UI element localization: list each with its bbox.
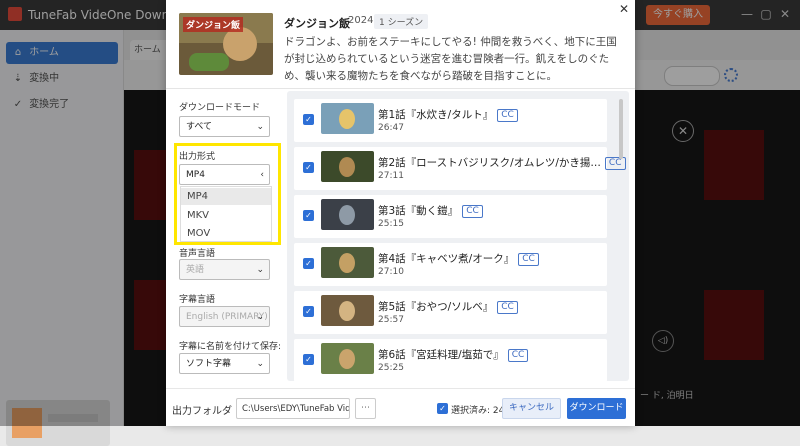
cc-badge: CC: [507, 349, 529, 362]
episode-thumbnail: [321, 343, 374, 374]
show-year: 2024: [348, 15, 374, 26]
thumb-figure: [339, 253, 355, 273]
header-divider: [166, 88, 635, 89]
episode-title: 第6話『宮廷料理/塩茹で』: [378, 349, 504, 361]
episode-title-line: 第3話『動く鎧』 CC: [378, 203, 483, 218]
episode-list: ✓ 第1話『水炊き/タルト』 CC 26:47 ✓ 第2話『ローストバジリスク/オ…: [287, 91, 629, 381]
footer-divider: [166, 388, 635, 389]
selected-count-label: 選択済み: 24: [451, 406, 505, 416]
download-mode-select[interactable]: すべて ⌄: [179, 116, 270, 137]
output-folder-field[interactable]: C:\Users\EDY\TuneFab Vide: [236, 398, 350, 419]
dialog-close-icon[interactable]: ✕: [617, 2, 631, 16]
episode-thumbnail: [321, 295, 374, 326]
episode-list-scrollbar[interactable]: [619, 99, 623, 159]
checkbox-checked-icon[interactable]: ✓: [303, 306, 314, 317]
show-description: ドラゴンよ、お前をステーキにしてやる! 仲間を救うべく、地下に王国が封じ込められ…: [284, 36, 617, 82]
thumb-figure: [339, 349, 355, 369]
checkbox-checked-icon[interactable]: ✓: [303, 162, 314, 173]
episode-thumbnail: [321, 199, 374, 230]
chevron-down-icon: ⌄: [256, 312, 264, 322]
episode-duration: 25:15: [378, 219, 404, 229]
show-title: ダンジョン飯: [284, 17, 350, 30]
episode-duration: 26:47: [378, 123, 404, 133]
episode-title-line: 第5話『おやつ/ソルベ』 CC: [378, 299, 518, 314]
episode-title: 第3話『動く鎧』: [378, 205, 459, 217]
episode-title-line: 第2話『ローストバジリスク/オムレツ/かき揚… CC: [378, 155, 626, 170]
download-mode-value: すべて: [186, 122, 213, 132]
cc-badge: CC: [604, 157, 626, 170]
select-all-checkbox-icon[interactable]: ✓: [437, 403, 448, 414]
highlight-annotation: [174, 143, 281, 245]
subtitle-save-label: 字幕に名前を付けて保存:: [179, 342, 282, 352]
episode-title-line: 第1話『水炊き/タルト』 CC: [378, 107, 518, 122]
show-poster: ダンジョン飯: [179, 13, 273, 75]
episode-duration: 27:11: [378, 171, 404, 181]
poster-food: [189, 53, 229, 71]
cc-badge: CC: [518, 253, 539, 266]
episode-row[interactable]: ✓ 第3話『動く鎧』 CC 25:15: [294, 195, 607, 238]
thumb-figure: [339, 301, 355, 321]
poster-character: [223, 27, 257, 61]
episode-row[interactable]: ✓ 第6話『宮廷料理/塩茹で』 CC 25:25: [294, 339, 607, 381]
output-folder-label: 出力フォルダ: [172, 406, 232, 417]
checkbox-checked-icon[interactable]: ✓: [303, 258, 314, 269]
download-options-dialog: ✕ ダンジョン飯 ダンジョン飯 2024 1 シーズン ドラゴンよ、お前をステー…: [166, 0, 635, 426]
episode-title: 第2話『ローストバジリスク/オムレツ/かき揚…: [378, 157, 601, 169]
chevron-down-icon: ⌄: [256, 265, 264, 275]
episode-duration: 25:57: [378, 315, 404, 325]
episode-thumbnail: [321, 103, 374, 134]
episode-thumbnail: [321, 247, 374, 278]
episode-title-line: 第4話『キャベツ煮/オーク』 CC: [378, 251, 539, 266]
browse-folder-icon[interactable]: ⋯: [355, 398, 376, 419]
episode-duration: 27:10: [378, 267, 404, 277]
episode-title: 第5話『おやつ/ソルベ』: [378, 301, 494, 313]
audio-language-label: 音声言語: [179, 249, 216, 259]
audio-language-select[interactable]: 英語 ⌄: [179, 259, 270, 280]
thumb-figure: [339, 205, 355, 225]
episode-title: 第1話『水炊き/タルト』: [378, 109, 494, 121]
checkbox-checked-icon[interactable]: ✓: [303, 114, 314, 125]
cc-badge: CC: [497, 109, 518, 122]
show-season-badge: 1 シーズン: [374, 14, 429, 29]
download-button[interactable]: ダウンロード: [567, 398, 626, 419]
episode-row[interactable]: ✓ 第2話『ローストバジリスク/オムレツ/かき揚… CC 27:11: [294, 147, 626, 190]
checkbox-checked-icon[interactable]: ✓: [303, 354, 314, 365]
cc-badge: CC: [462, 205, 483, 218]
episode-row[interactable]: ✓ 第1話『水炊き/タルト』 CC 26:47: [294, 99, 607, 142]
episode-duration: 25:25: [378, 363, 404, 373]
poster-title-logo: ダンジョン飯: [183, 17, 244, 32]
episode-thumbnail: [321, 151, 374, 182]
download-mode-label: ダウンロードモード: [179, 103, 261, 113]
thumb-figure: [339, 157, 355, 177]
subtitle-language-select[interactable]: English (PRIMARY) ⌄: [179, 306, 270, 327]
cc-badge: CC: [497, 301, 518, 314]
episode-row[interactable]: ✓ 第4話『キャベツ煮/オーク』 CC 27:10: [294, 243, 607, 286]
subtitle-save-value: ソフト字幕: [186, 359, 232, 369]
subtitle-language-label: 字幕言語: [179, 295, 216, 305]
audio-language-value: 英語: [186, 265, 205, 275]
subtitle-save-select[interactable]: ソフト字幕 ⌄: [179, 353, 270, 374]
episode-row[interactable]: ✓ 第5話『おやつ/ソルベ』 CC 25:57: [294, 291, 607, 334]
chevron-down-icon: ⌄: [256, 122, 264, 132]
episode-title: 第4話『キャベツ煮/オーク』: [378, 253, 515, 265]
cancel-button[interactable]: キャンセル: [502, 398, 561, 419]
episode-title-line: 第6話『宮廷料理/塩茹で』 CC: [378, 347, 529, 362]
checkbox-checked-icon[interactable]: ✓: [303, 210, 314, 221]
thumb-figure: [339, 109, 355, 129]
chevron-down-icon: ⌄: [256, 359, 264, 369]
